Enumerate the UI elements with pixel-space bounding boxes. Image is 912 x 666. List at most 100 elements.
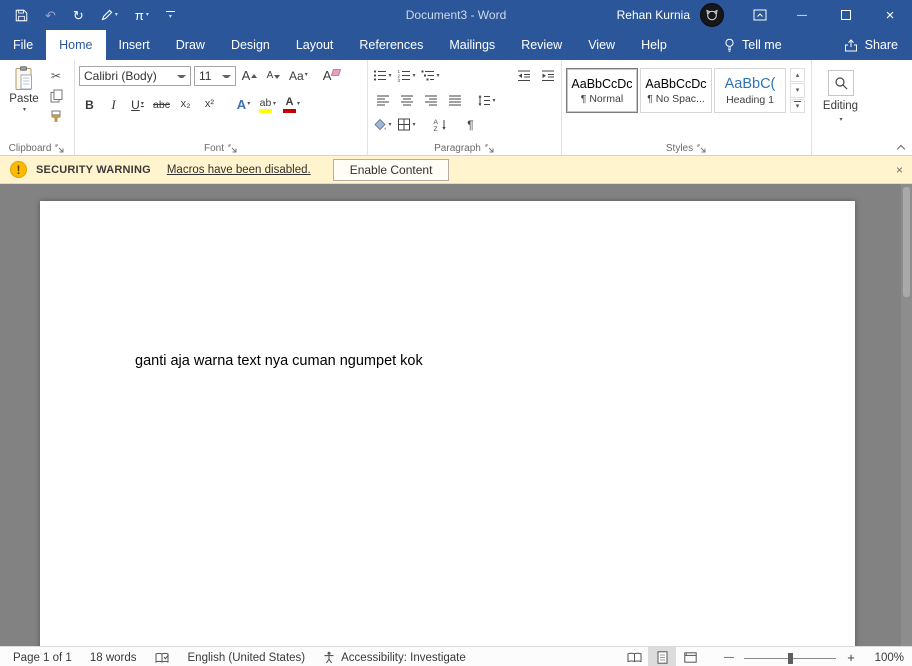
styles-dialog-launcher[interactable]: [697, 144, 707, 154]
collapse-ribbon-button[interactable]: [895, 142, 907, 152]
line-spacing-button[interactable]: ▾: [476, 91, 497, 110]
align-center-button[interactable]: [396, 91, 417, 110]
tab-layout[interactable]: Layout: [283, 30, 347, 60]
read-mode-button[interactable]: [620, 647, 648, 666]
print-layout-button[interactable]: [648, 647, 676, 666]
style-no-spacing[interactable]: AaBbCcDc ¶ No Spac...: [640, 68, 712, 113]
accessibility-label: Accessibility: Investigate: [341, 652, 466, 664]
font-color-button[interactable]: A ▾: [281, 95, 302, 115]
minimize-button[interactable]: —: [780, 0, 824, 30]
zoom-thumb[interactable]: [788, 653, 793, 664]
shading-button[interactable]: ▾: [372, 115, 393, 134]
shrink-font-button[interactable]: A: [263, 66, 284, 86]
macros-disabled-link[interactable]: Macros have been disabled.: [167, 164, 311, 176]
draw-tool-button[interactable]: ▾: [101, 9, 118, 21]
italic-button[interactable]: I: [103, 95, 124, 115]
superscript-button[interactable]: x²: [199, 95, 220, 115]
font-size-combobox[interactable]: 11: [194, 66, 236, 86]
customize-quick-access-button[interactable]: ▾: [166, 11, 175, 20]
tab-design[interactable]: Design: [218, 30, 283, 60]
close-warning-button[interactable]: ×: [896, 156, 903, 183]
close-button[interactable]: ×: [868, 0, 912, 30]
multilevel-list-button[interactable]: ▾: [420, 66, 441, 85]
strikethrough-button[interactable]: abc: [151, 95, 172, 115]
zoom-level[interactable]: 100%: [862, 652, 904, 664]
tab-help[interactable]: Help: [628, 30, 680, 60]
decrease-indent-button[interactable]: [513, 66, 534, 85]
account-user-name[interactable]: Rehan Kurnia: [617, 8, 690, 22]
zoom-in-button[interactable]: +: [840, 647, 862, 666]
tab-mailings[interactable]: Mailings: [436, 30, 508, 60]
borders-button[interactable]: ▾: [396, 115, 417, 134]
justify-button[interactable]: [444, 91, 465, 110]
text-highlight-button[interactable]: ab ▾: [257, 95, 278, 115]
ribbon-display-options-button[interactable]: [740, 0, 780, 30]
bold-button[interactable]: B: [79, 95, 100, 115]
align-right-button[interactable]: [420, 91, 441, 110]
share-button[interactable]: Share: [844, 30, 898, 60]
dropdown-arrow-icon: ▾: [388, 72, 391, 79]
format-painter-button[interactable]: [47, 108, 65, 124]
copy-button[interactable]: [47, 88, 65, 104]
tab-references[interactable]: References: [346, 30, 436, 60]
line-spacing-icon: [477, 94, 491, 107]
clear-formatting-button[interactable]: A: [321, 66, 343, 86]
enable-content-button[interactable]: Enable Content: [333, 159, 450, 181]
tab-insert[interactable]: Insert: [106, 30, 163, 60]
tab-draw[interactable]: Draw: [163, 30, 218, 60]
text-effects-button[interactable]: A▾: [233, 95, 254, 115]
tab-view[interactable]: View: [575, 30, 628, 60]
styles-scroll-down-button[interactable]: ▾: [790, 83, 805, 97]
show-formatting-marks-button[interactable]: ¶: [460, 115, 481, 134]
cut-button[interactable]: ✂: [47, 68, 65, 84]
accessibility-status[interactable]: Accessibility: Investigate: [314, 647, 475, 666]
zoom-out-button[interactable]: —: [718, 647, 740, 666]
justify-icon: [448, 94, 462, 107]
copy-icon: [50, 89, 63, 103]
style-normal[interactable]: AaBbCcDc ¶ Normal: [566, 68, 638, 113]
clipboard-dialog-launcher[interactable]: [55, 144, 65, 154]
styles-more-button[interactable]: ▾: [790, 99, 805, 113]
web-layout-button[interactable]: [676, 647, 704, 666]
tab-home[interactable]: Home: [46, 30, 105, 60]
vertical-scrollbar[interactable]: [901, 184, 912, 646]
numbering-button[interactable]: 123 ▾: [396, 66, 417, 85]
word-window: ↶ ↻ ▾ π ▾ ▾ Document3 - Word Rehan Kurni…: [0, 0, 912, 666]
subscript-button[interactable]: x₂: [175, 95, 196, 115]
paste-button[interactable]: Paste ▾: [4, 63, 44, 124]
save-button[interactable]: [15, 9, 28, 22]
proofing-status[interactable]: [146, 647, 179, 666]
shading-icon: [373, 118, 387, 131]
avatar[interactable]: [700, 3, 724, 27]
underline-button[interactable]: U▾: [127, 95, 148, 115]
sort-button[interactable]: AZ: [430, 115, 451, 134]
share-label: Share: [865, 38, 898, 52]
change-case-button[interactable]: Aa▾: [287, 66, 310, 86]
editing-button[interactable]: Editing ▾: [816, 63, 865, 123]
style-heading-1[interactable]: AaBbC( Heading 1: [714, 68, 786, 113]
tab-review[interactable]: Review: [508, 30, 575, 60]
title-bar: ↶ ↻ ▾ π ▾ ▾ Document3 - Word Rehan Kurni…: [0, 0, 912, 30]
document-page[interactable]: ganti aja warna text nya cuman ngumpet k…: [40, 201, 855, 646]
maximize-button[interactable]: [824, 0, 868, 30]
language-indicator[interactable]: English (United States): [179, 647, 315, 666]
styles-scroll-up-button[interactable]: ▴: [790, 68, 805, 82]
redo-button[interactable]: ↻: [73, 9, 84, 22]
font-dialog-launcher[interactable]: [228, 144, 238, 154]
zoom-slider[interactable]: [742, 647, 838, 666]
tell-me-button[interactable]: Tell me: [724, 30, 782, 60]
paragraph-dialog-launcher[interactable]: [485, 144, 495, 154]
page-indicator[interactable]: Page 1 of 1: [4, 647, 81, 666]
increase-indent-button[interactable]: [537, 66, 558, 85]
close-icon: ×: [896, 163, 903, 177]
undo-button[interactable]: ↶: [45, 9, 56, 22]
align-left-button[interactable]: [372, 91, 393, 110]
dropdown-arrow-icon: ▾: [146, 12, 149, 18]
tab-file[interactable]: File: [0, 30, 46, 60]
word-count[interactable]: 18 words: [81, 647, 146, 666]
grow-font-button[interactable]: A: [239, 66, 260, 86]
equation-button[interactable]: π ▾: [135, 9, 149, 22]
font-family-combobox[interactable]: Calibri (Body): [79, 66, 191, 86]
bullets-button[interactable]: ▾: [372, 66, 393, 85]
scrollbar-thumb[interactable]: [903, 187, 910, 297]
